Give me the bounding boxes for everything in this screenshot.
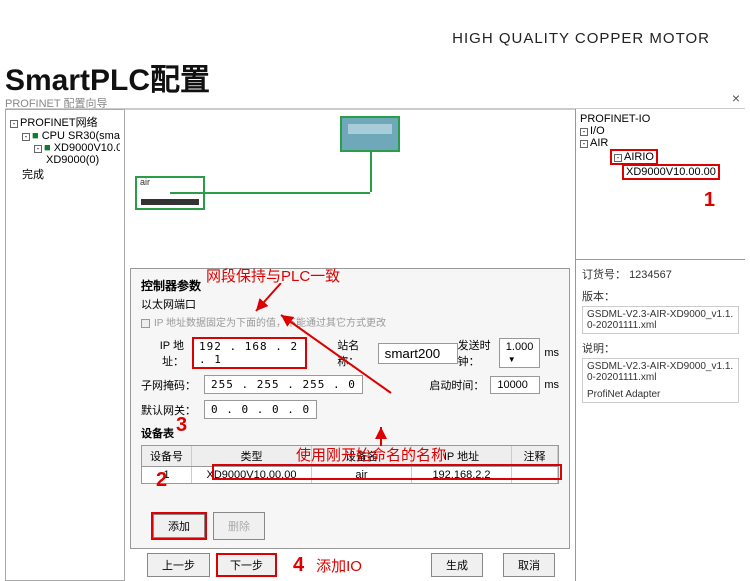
delete-button: 删除 — [213, 512, 265, 540]
tree-root[interactable]: -PROFINET网络 — [10, 114, 120, 130]
station-input[interactable] — [378, 343, 458, 364]
tree-done[interactable]: 完成 — [10, 166, 120, 182]
td-type: XD9000V10.00.00 — [192, 467, 312, 483]
td-note — [512, 467, 558, 483]
tree-cpu[interactable]: -■ CPU SR30(smart200) — [10, 130, 120, 142]
send-clock-input[interactable]: 1.000▼ — [499, 338, 541, 368]
device-info: 订货号： 1234567 版本： GSDML-V2.3-AIR-XD9000_v… — [576, 259, 745, 415]
rt-airio[interactable]: -AIRIO — [610, 149, 658, 165]
header-tagline: HIGH QUALITY COPPER MOTOR — [452, 30, 710, 47]
minus-icon: - — [614, 154, 622, 162]
add-button[interactable]: 添加 — [153, 514, 205, 538]
ip-label: IP 地址： — [141, 337, 184, 369]
order-label: 订货号： — [582, 269, 626, 281]
device-table: 设备号 类型 设备名 IP 地址 注释 1 XD9000V10.00.00 ai… — [141, 445, 559, 484]
device-table-label: 设备表 — [141, 425, 559, 441]
air-node-label: air — [140, 177, 150, 187]
gateway-input[interactable]: 0 . 0 . 0 . 0 — [204, 400, 317, 419]
th-type: 类型 — [192, 446, 312, 466]
table-buttons: 添加 删除 — [151, 512, 265, 540]
ip-input[interactable]: 192 . 168 . 2 . 1 — [192, 337, 307, 369]
minus-icon: - — [10, 120, 18, 128]
topology-canvas: air 控制器参数 以太网端口 IP 地址数据固定为下面的值，不能通过其它方式更… — [125, 109, 575, 581]
tree-subdevice[interactable]: XD9000(0) — [10, 154, 120, 166]
td-ip: 192.168.2.2 — [412, 467, 512, 483]
start-time-label: 启动时间： — [429, 377, 484, 393]
th-note: 注释 — [512, 446, 558, 466]
version-value: GSDML-V2.3-AIR-XD9000_v1.1.0-20201111.xm… — [582, 306, 739, 334]
send-clock-unit: ms — [544, 347, 559, 359]
prev-button[interactable]: 上一步 — [147, 553, 210, 577]
ip-fixed-hint: IP 地址数据固定为下面的值，不能通过其它方式更改 — [141, 314, 559, 329]
minus-icon: - — [580, 140, 588, 148]
start-time-unit: ms — [544, 379, 559, 391]
desc-value: GSDML-V2.3-AIR-XD9000_v1.1.0-20201111.xm… — [582, 358, 739, 403]
th-ip: IP 地址 — [412, 446, 512, 466]
chevron-down-icon: ▼ — [508, 355, 516, 364]
mask-input[interactable]: 255 . 255 . 255 . 0 — [204, 375, 363, 394]
send-clock-label: 发送时钟： — [458, 337, 493, 369]
catalog-panel: PROFINET-IO -I/O -AIR -AIRIO XD9000V10.0… — [575, 109, 745, 581]
wizard-actions: 生成 取消 — [431, 553, 555, 577]
catalog-tree[interactable]: PROFINET-IO -I/O -AIR -AIRIO XD9000V10.0… — [576, 109, 745, 259]
minus-icon: - — [22, 133, 30, 141]
cancel-button[interactable]: 取消 — [503, 553, 555, 577]
wizard-nav: 上一步 下一步 4 添加IO — [147, 553, 362, 577]
mask-label: 子网掩码： — [141, 377, 196, 393]
params-title: 控制器参数 — [141, 277, 559, 294]
network-tree[interactable]: -PROFINET网络 -■ CPU SR30(smart200) -■ XD9… — [5, 109, 125, 581]
th-devname: 设备名 — [312, 446, 412, 466]
rt-device[interactable]: XD9000V10.00.00 — [622, 164, 720, 180]
start-time-input[interactable]: 10000 — [490, 376, 540, 394]
page-title: SmartPLC配置 — [5, 55, 210, 99]
version-label: 版本： — [582, 291, 615, 303]
order-value: 1234567 — [629, 269, 672, 281]
annotation-num-4: 4 — [293, 554, 304, 577]
td-devname: air — [312, 467, 412, 483]
checkbox-icon[interactable] — [141, 319, 150, 328]
rt-io[interactable]: -I/O — [580, 125, 741, 137]
desc-label: 说明： — [582, 343, 615, 355]
generate-button[interactable]: 生成 — [431, 553, 483, 577]
plc-node[interactable] — [340, 116, 400, 152]
close-icon[interactable]: × — [732, 90, 740, 106]
rt-air[interactable]: -AIR — [580, 137, 741, 149]
tree-device[interactable]: -■ XD9000V10.00.00-air — [10, 142, 120, 154]
station-label: 站名称： — [337, 337, 371, 369]
annotation-3-text: 添加IO — [316, 555, 362, 576]
next-button[interactable]: 下一步 — [216, 553, 277, 577]
th-devnum: 设备号 — [142, 446, 192, 466]
rt-root[interactable]: PROFINET-IO — [580, 113, 741, 125]
minus-icon: - — [34, 145, 42, 153]
params-panel: 控制器参数 以太网端口 IP 地址数据固定为下面的值，不能通过其它方式更改 IP… — [130, 268, 570, 549]
params-port-label: 以太网端口 — [141, 296, 559, 312]
td-devnum: 1 — [142, 467, 192, 483]
gateway-label: 默认网关： — [141, 402, 196, 418]
table-row[interactable]: 1 XD9000V10.00.00 air 192.168.2.2 — [142, 467, 558, 483]
annotation-num-1: 1 — [704, 189, 715, 212]
minus-icon: - — [580, 128, 588, 136]
